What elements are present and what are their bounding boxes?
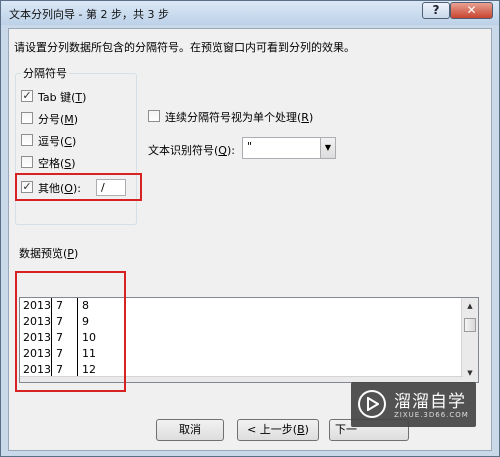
tab-label: Tab 键(T)	[38, 89, 86, 105]
consecutive-delimiters-checkbox[interactable]	[148, 110, 160, 122]
instruction-text: 请设置分列数据所包含的分隔符号。在预览窗口内可看到分列的效果。	[14, 41, 355, 54]
tab-label-text: Tab 键(	[38, 91, 76, 104]
highlight-box-preview	[15, 271, 126, 392]
text-qualifier-label: 文本识别符号(Q):	[148, 142, 235, 158]
comma-accesskey: C	[64, 135, 72, 148]
text-qualifier-label-text: 文本识别符号(	[148, 144, 219, 157]
preview-label-text: 数据预览(	[19, 247, 68, 260]
preview-label-end: )	[73, 247, 79, 260]
comma-checkbox[interactable]	[21, 134, 33, 146]
semicolon-label-text: 分号(	[38, 113, 65, 126]
scroll-down-icon[interactable]: ▼	[462, 365, 478, 381]
back-button-end: )	[304, 423, 309, 436]
window-title: 文本分列向导 - 第 2 步，共 3 步	[9, 8, 169, 21]
semicolon-label-end: )	[73, 113, 79, 126]
text-qualifier-accesskey: Q	[218, 144, 227, 157]
back-button-text: < 上一步(	[247, 423, 298, 436]
chevron-down-icon[interactable]: ▼	[320, 138, 335, 158]
consecutive-label-end: )	[308, 111, 314, 124]
help-button[interactable]: ?	[422, 2, 450, 19]
space-label-text: 空格(	[38, 157, 65, 170]
back-button[interactable]: < 上一步(B)	[237, 419, 319, 441]
text-qualifier-select[interactable]: " ▼	[242, 137, 336, 159]
consecutive-delimiters-label: 连续分隔符号视为单个处理(R)	[165, 109, 313, 125]
comma-label: 逗号(C)	[38, 133, 76, 149]
preview-vertical-scrollbar[interactable]: ▲ ▼	[461, 298, 478, 382]
preview-label: 数据预览(P)	[19, 245, 78, 261]
preview-accesskey: P	[67, 247, 74, 260]
scroll-up-icon[interactable]: ▲	[462, 298, 478, 314]
consecutive-accesskey: R	[301, 111, 309, 124]
comma-label-end: )	[71, 135, 77, 148]
watermark: 溜溜自学 ZIXUE.3D66.COM	[351, 382, 476, 427]
cancel-button[interactable]: 取消	[156, 419, 224, 441]
back-accesskey: B	[297, 423, 305, 436]
text-qualifier-value: "	[247, 140, 253, 153]
comma-label-text: 逗号(	[38, 135, 65, 148]
space-label-end: )	[71, 157, 76, 170]
checkmark-icon: ✓	[22, 89, 32, 102]
space-checkbox[interactable]	[21, 156, 33, 168]
title-bar: 文本分列向导 - 第 2 步，共 3 步 ? ✕	[1, 1, 499, 25]
semicolon-accesskey: M	[64, 113, 74, 126]
consecutive-label-text: 连续分隔符号视为单个处理(	[165, 111, 302, 124]
watermark-site: ZIXUE.3D66.COM	[394, 411, 469, 419]
semicolon-label: 分号(M)	[38, 111, 78, 127]
tab-checkbox[interactable]: ✓	[21, 90, 33, 102]
delimiters-group-label: 分隔符号	[21, 65, 69, 81]
semicolon-checkbox[interactable]	[21, 112, 33, 124]
play-logo-icon	[358, 390, 386, 418]
dialog-window: 文本分列向导 - 第 2 步，共 3 步 ? ✕ 请设置分列数据所包含的分隔符号…	[0, 0, 500, 457]
scrollbar-thumb[interactable]	[464, 318, 476, 332]
tab-label-end: )	[82, 91, 87, 104]
highlight-box-other	[15, 173, 142, 201]
space-label: 空格(S)	[38, 155, 76, 171]
watermark-brand: 溜溜自学	[394, 392, 466, 412]
close-button[interactable]: ✕	[450, 2, 493, 19]
text-qualifier-label-end: ):	[226, 144, 235, 157]
